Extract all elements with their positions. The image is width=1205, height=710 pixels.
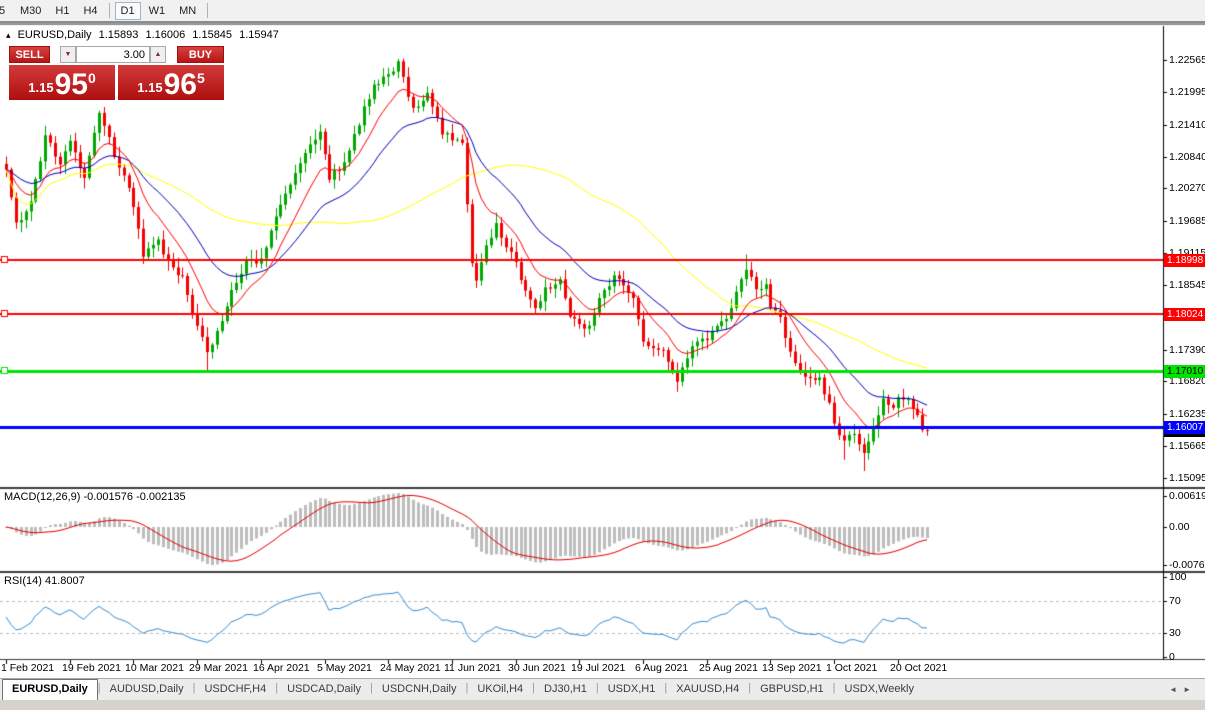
macd-indicator-label: MACD(12,26,9) -0.001576 -0.002135 [4,491,186,503]
hline-price-badge: 1.18998 [1164,254,1205,267]
sell-button[interactable]: SELL [9,46,50,63]
date-axis-label: 19 Jul 2021 [571,662,625,674]
date-axis-label: 30 Jun 2021 [508,662,566,674]
ohlc-open: 1.15893 [99,29,139,41]
buy-button[interactable]: BUY [177,46,224,63]
date-axis-label: 11 Jun 2021 [444,662,501,674]
date-axis-label: 16 Apr 2021 [253,662,310,674]
timeframe-button-d1[interactable]: D1 [115,2,141,20]
ohlc-low: 1.15845 [192,29,232,41]
timeframe-button-h1[interactable]: H1 [49,2,75,20]
date-axis-label: 6 Aug 2021 [635,662,688,674]
buy-price-display[interactable]: 1.15 96 5 [118,65,224,100]
macd-axis-tick: 0.006193 [1169,490,1205,502]
volume-input[interactable] [76,46,150,63]
price-axis-tick: 1.15095 [1169,472,1205,484]
ohlc-close: 1.15947 [239,29,279,41]
sell-price-display[interactable]: 1.15 95 0 [9,65,115,100]
collapse-triangle-icon[interactable]: ▴ [6,30,11,40]
timeframe-button-h4[interactable]: H4 [77,2,103,20]
chart-tab-usdchf-h4[interactable]: USDCHF,H4 [195,679,275,700]
date-axis-label: 10 Mar 2021 [125,662,184,674]
tab-scroll-arrows[interactable]: ◄► [1169,685,1205,694]
volume-increase-button[interactable]: ▲ [150,46,166,63]
chart-tab-usdx-h1[interactable]: USDX,H1 [599,679,665,700]
date-axis-label: 19 Feb 2021 [62,662,121,674]
price-axis-tick: 1.16235 [1169,408,1205,420]
rsi-axis-tick: 30 [1169,627,1181,639]
chart-canvas[interactable] [0,0,1205,710]
hline-price-badge: 1.17010 [1164,365,1205,378]
chart-tab-bar: EURUSD,Daily|AUDUSD,Daily|USDCHF,H4|USDC… [0,678,1205,700]
date-axis-label: 1 Feb 2021 [1,662,54,674]
timeframe-toolbar: 5M30H1H4 D1W1MN [0,0,1205,23]
date-axis-label: 20 Oct 2021 [890,662,947,674]
date-axis-label: 29 Mar 2021 [189,662,248,674]
price-axis-tick: 1.21995 [1169,86,1205,98]
rsi-axis-tick: 70 [1169,595,1181,607]
sell-price-prefix: 1.15 [28,80,53,95]
date-axis-label: 5 May 2021 [317,662,372,674]
date-axis-label: 24 May 2021 [380,662,441,674]
chart-tab-usdx-weekly[interactable]: USDX,Weekly [836,679,923,700]
hline-price-badge: 1.16007 [1164,421,1205,434]
timeframe-button-w1[interactable]: W1 [143,2,172,20]
macd-axis-tick: -0.007621 [1169,559,1205,571]
chart-tab-ukoil-h4[interactable]: UKOil,H4 [468,679,532,700]
sell-price-sup: 0 [88,70,96,86]
chart-ohlc-header: ▴ EURUSD,Daily 1.15893 1.16006 1.15845 1… [6,29,283,41]
status-strip [0,700,1205,710]
chart-tab-usdcad-daily[interactable]: USDCAD,Daily [278,679,370,700]
date-axis-label: 13 Sep 2021 [762,662,822,674]
chart-tab-audusd-daily[interactable]: AUDUSD,Daily [101,679,193,700]
buy-price-big: 96 [164,72,197,98]
sell-price-big: 95 [55,72,88,98]
macd-axis-tick: 0.00 [1169,521,1189,533]
price-axis-tick: 1.15665 [1169,440,1205,452]
hline-price-badge: 1.18024 [1164,308,1205,321]
price-axis-tick: 1.22565 [1169,54,1205,66]
date-axis-label: 1 Oct 2021 [826,662,877,674]
chart-tab-gbpusd-h1[interactable]: GBPUSD,H1 [751,679,833,700]
buy-price-sup: 5 [197,70,205,86]
timeframe-button-5[interactable]: 5 [0,2,12,20]
chart-tab-xauusd-h4[interactable]: XAUUSD,H4 [667,679,748,700]
price-axis-tick: 1.18545 [1169,279,1205,291]
volume-decrease-button[interactable]: ▼ [60,46,76,63]
date-axis-label: 25 Aug 2021 [699,662,758,674]
rsi-axis-tick: 0 [1169,651,1175,663]
price-axis-tick: 1.20840 [1169,151,1205,163]
one-click-trading-panel: SELL ▼ ▲ BUY 1.15 95 0 1.15 96 5 [9,46,224,102]
rsi-indicator-label: RSI(14) 41.8007 [4,575,85,587]
chart-tab-eurusd-daily[interactable]: EURUSD,Daily [2,679,98,700]
trading-terminal: 5M30H1H4D1W1MN ▴ EURUSD,Daily 1.15893 1.… [0,0,1205,710]
price-axis-tick: 1.17390 [1169,344,1205,356]
chart-tab-dj30-h1[interactable]: DJ30,H1 [535,679,596,700]
rsi-axis-tick: 100 [1169,571,1187,583]
price-axis-tick: 1.19685 [1169,215,1205,227]
timeframe-button-m30[interactable]: M30 [14,2,47,20]
timeframe-button-mn[interactable]: MN [173,2,202,20]
ohlc-high: 1.16006 [145,29,185,41]
toolbar-separator [109,3,110,18]
chart-tab-usdcnh-daily[interactable]: USDCNH,Daily [373,679,466,700]
chart-symbol-label: EURUSD,Daily [18,29,92,41]
toolbar-separator [207,3,208,18]
price-axis-tick: 1.20270 [1169,182,1205,194]
price-axis-tick: 1.21410 [1169,119,1205,131]
buy-price-prefix: 1.15 [137,80,162,95]
